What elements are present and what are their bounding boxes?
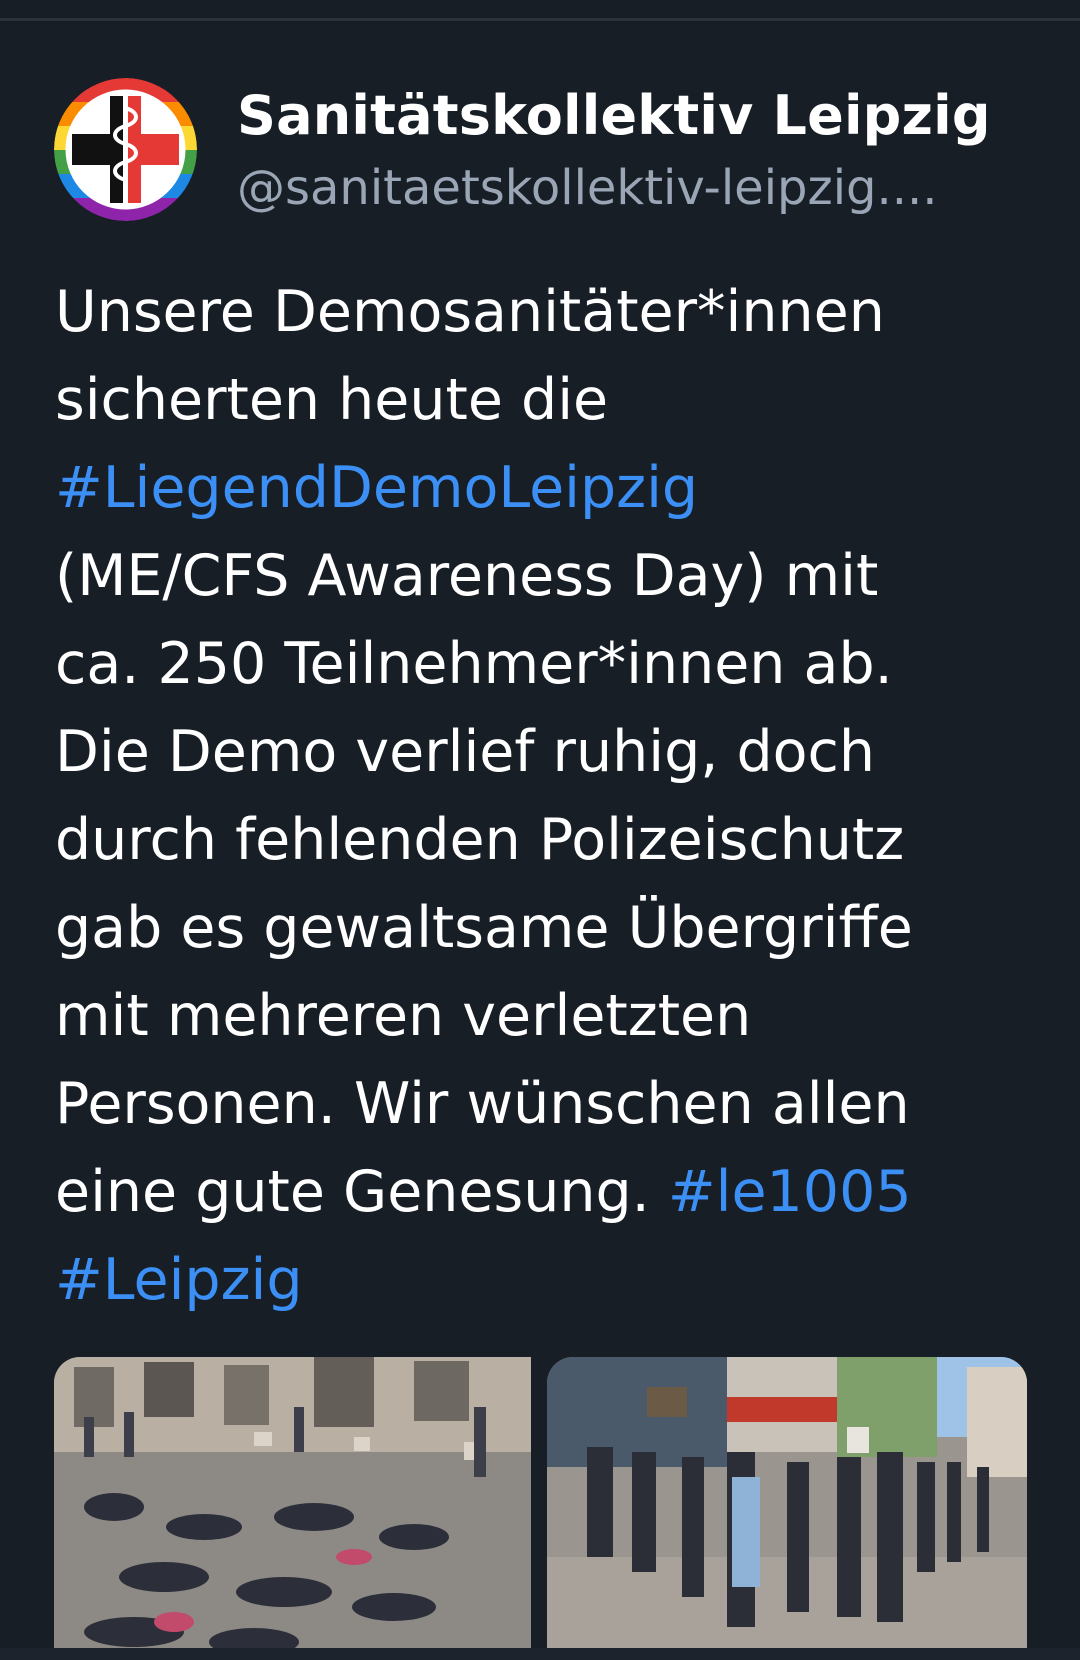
post-line: Die Demo verlief ruhig, doch: [55, 708, 1015, 796]
post-text-segment: (ME/CFS Awareness Day) mit: [55, 543, 879, 609]
avatar[interactable]: [54, 78, 197, 221]
post-line: Personen. Wir wünschen allen: [55, 1060, 1015, 1148]
post-line: mit mehreren verletzten: [55, 972, 1015, 1060]
hashtag-link[interactable]: #le1005: [668, 1159, 912, 1225]
post-text-segment: ca. 250 Teilnehmer*innen ab.: [55, 631, 893, 697]
post-text-segment: durch fehlenden Polizeischutz: [55, 807, 905, 873]
post-line: sicherten heute die: [55, 356, 1015, 444]
post-text-segment: sicherten heute die: [55, 367, 609, 433]
post-card: Sanitätskollektiv Leipzig @sanitaetskoll…: [0, 0, 1080, 1660]
post-line: (ME/CFS Awareness Day) mit: [55, 532, 1015, 620]
post-text-segment: Unsere Demosanitäter*innen: [55, 279, 885, 345]
media-photo-lie-in[interactable]: [54, 1357, 531, 1660]
post-line: eine gute Genesung. #le1005: [55, 1148, 1015, 1236]
post-line: gab es gewaltsame Übergriffe: [55, 884, 1015, 972]
medic-cross-rainbow-logo-icon: [54, 78, 197, 221]
photo-street-march-image: [547, 1357, 1027, 1660]
media-photo-march[interactable]: [547, 1357, 1027, 1660]
post-line: ca. 250 Teilnehmer*innen ab.: [55, 620, 1015, 708]
post-line: #LiegendDemoLeipzig: [55, 444, 1015, 532]
author-handle[interactable]: @sanitaetskollektiv-leipzig....: [237, 160, 977, 216]
bottom-bar: [0, 1648, 1080, 1660]
hashtag-link[interactable]: #Leipzig: [55, 1247, 303, 1313]
post-text-segment: Personen. Wir wünschen allen: [55, 1071, 910, 1137]
hashtag-link[interactable]: #LiegendDemoLeipzig: [55, 455, 698, 521]
post-text-segment: gab es gewaltsame Übergriffe: [55, 895, 913, 961]
post-text-segment: Die Demo verlief ruhig, doch: [55, 719, 876, 785]
post-text-segment: mit mehreren verletzten: [55, 983, 752, 1049]
post-text-segment: eine gute Genesung.: [55, 1159, 668, 1225]
photo-lie-in-demonstration-image: [54, 1357, 531, 1660]
post-text: Unsere Demosanitäter*innen sicherten heut…: [55, 268, 1015, 1324]
author-display-name[interactable]: Sanitätskollektiv Leipzig: [237, 84, 991, 147]
post-line: #Leipzig: [55, 1236, 1015, 1324]
post-line: durch fehlenden Polizeischutz: [55, 796, 1015, 884]
post-line: Unsere Demosanitäter*innen: [55, 268, 1015, 356]
